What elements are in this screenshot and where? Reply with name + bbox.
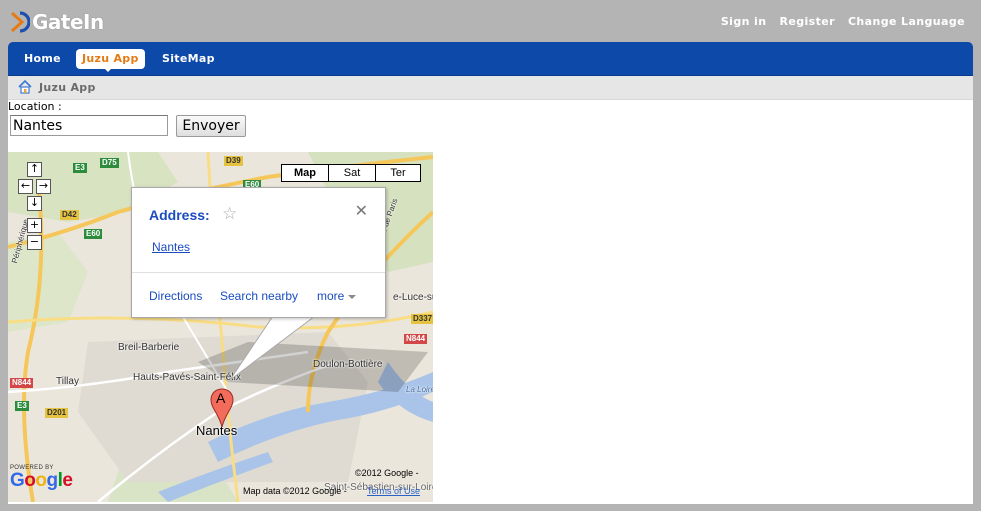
google-branding: POWERED BY Google — [10, 465, 73, 490]
top-links: Sign in Register Change Language — [721, 15, 965, 28]
map-label-breil: Breil-Barberie — [118, 342, 180, 353]
top-header: GateIn Sign in Register Change Language — [0, 0, 981, 42]
zoom-in-button[interactable]: + — [27, 218, 42, 233]
road-shield-n844-right: N844 — [404, 334, 428, 344]
envoyer-button[interactable]: Envoyer — [176, 115, 246, 137]
map-label-tillay: Tillay — [56, 376, 79, 387]
location-label: Location : — [8, 100, 62, 113]
nav-juzu-app[interactable]: Juzu App — [76, 49, 145, 69]
active-nav-caret — [104, 68, 112, 72]
more-link[interactable]: more — [317, 289, 344, 303]
gatein-logo[interactable]: GateIn — [10, 9, 104, 35]
zoom-out-button[interactable]: − — [27, 235, 42, 250]
road-shield-d39: D39 — [224, 156, 243, 166]
marker-letter: A — [216, 390, 226, 406]
star-icon[interactable]: ☆ — [222, 204, 237, 224]
info-window-place-link[interactable]: Nantes — [152, 240, 190, 254]
map-label-luce: e-Luce-sur — [393, 292, 433, 303]
nav-home[interactable]: Home — [18, 49, 67, 69]
change-language-link[interactable]: Change Language — [848, 15, 965, 28]
road-shield-d75: D75 — [100, 158, 119, 168]
terms-of-use-link[interactable]: Terms of Use — [367, 486, 420, 496]
road-shield-e3: E3 — [73, 163, 87, 173]
main-navigation: Home Juzu App SiteMap — [8, 42, 973, 76]
breadcrumb-current: Juzu App — [39, 81, 96, 94]
map-type-map[interactable]: Map — [281, 164, 329, 182]
map-type-ter[interactable]: Ter — [375, 164, 421, 182]
nav-sitemap[interactable]: SiteMap — [156, 49, 221, 69]
pan-down-button[interactable]: ↓ — [27, 196, 42, 211]
map-copyright: ©2012 Google - — [355, 468, 419, 478]
home-icon[interactable] — [17, 79, 33, 95]
info-window: Address: ☆ ✕ Nantes Directions Search ne… — [131, 187, 386, 318]
road-shield-n844-left: N844 — [10, 378, 34, 388]
gatein-logo-icon — [10, 11, 30, 33]
road-shield-d42: D42 — [60, 210, 79, 220]
map-data-credit: Map data ©2012 Google - — [243, 486, 347, 496]
close-icon[interactable]: ✕ — [355, 201, 368, 220]
road-shield-d337: D337 — [411, 314, 433, 324]
chevron-down-icon — [348, 295, 356, 299]
map-label-hauts: Hauts-Pavés-Saint-Félix — [133, 372, 241, 383]
pan-left-button[interactable]: ← — [18, 179, 33, 194]
location-input[interactable] — [10, 115, 168, 136]
register-link[interactable]: Register — [779, 15, 834, 28]
sign-in-link[interactable]: Sign in — [721, 15, 767, 28]
info-window-title: Address: — [149, 207, 210, 223]
directions-link[interactable]: Directions — [149, 289, 202, 303]
portlet-content: Location : Envoyer — [8, 100, 973, 504]
road-shield-e3-left: E3 — [15, 401, 29, 411]
road-shield-d201: D201 — [45, 408, 69, 418]
breadcrumb: Juzu App — [8, 76, 973, 100]
pan-right-button[interactable]: → — [36, 179, 51, 194]
brand-name: GateIn — [32, 10, 104, 34]
road-shield-e60: E60 — [84, 229, 103, 239]
search-nearby-link[interactable]: Search nearby — [220, 289, 298, 303]
pan-up-button[interactable]: ↑ — [27, 162, 42, 177]
map-label-doulon: Doulon-Bottière — [313, 359, 383, 370]
google-map[interactable]: Breil-Barberie Doulon-Bottière Hauts-Pav… — [8, 152, 433, 502]
map-label-loire: La Loire — [406, 385, 433, 394]
google-logo[interactable]: Google — [10, 471, 73, 490]
map-type-sat[interactable]: Sat — [328, 164, 376, 182]
info-window-divider — [132, 272, 385, 273]
